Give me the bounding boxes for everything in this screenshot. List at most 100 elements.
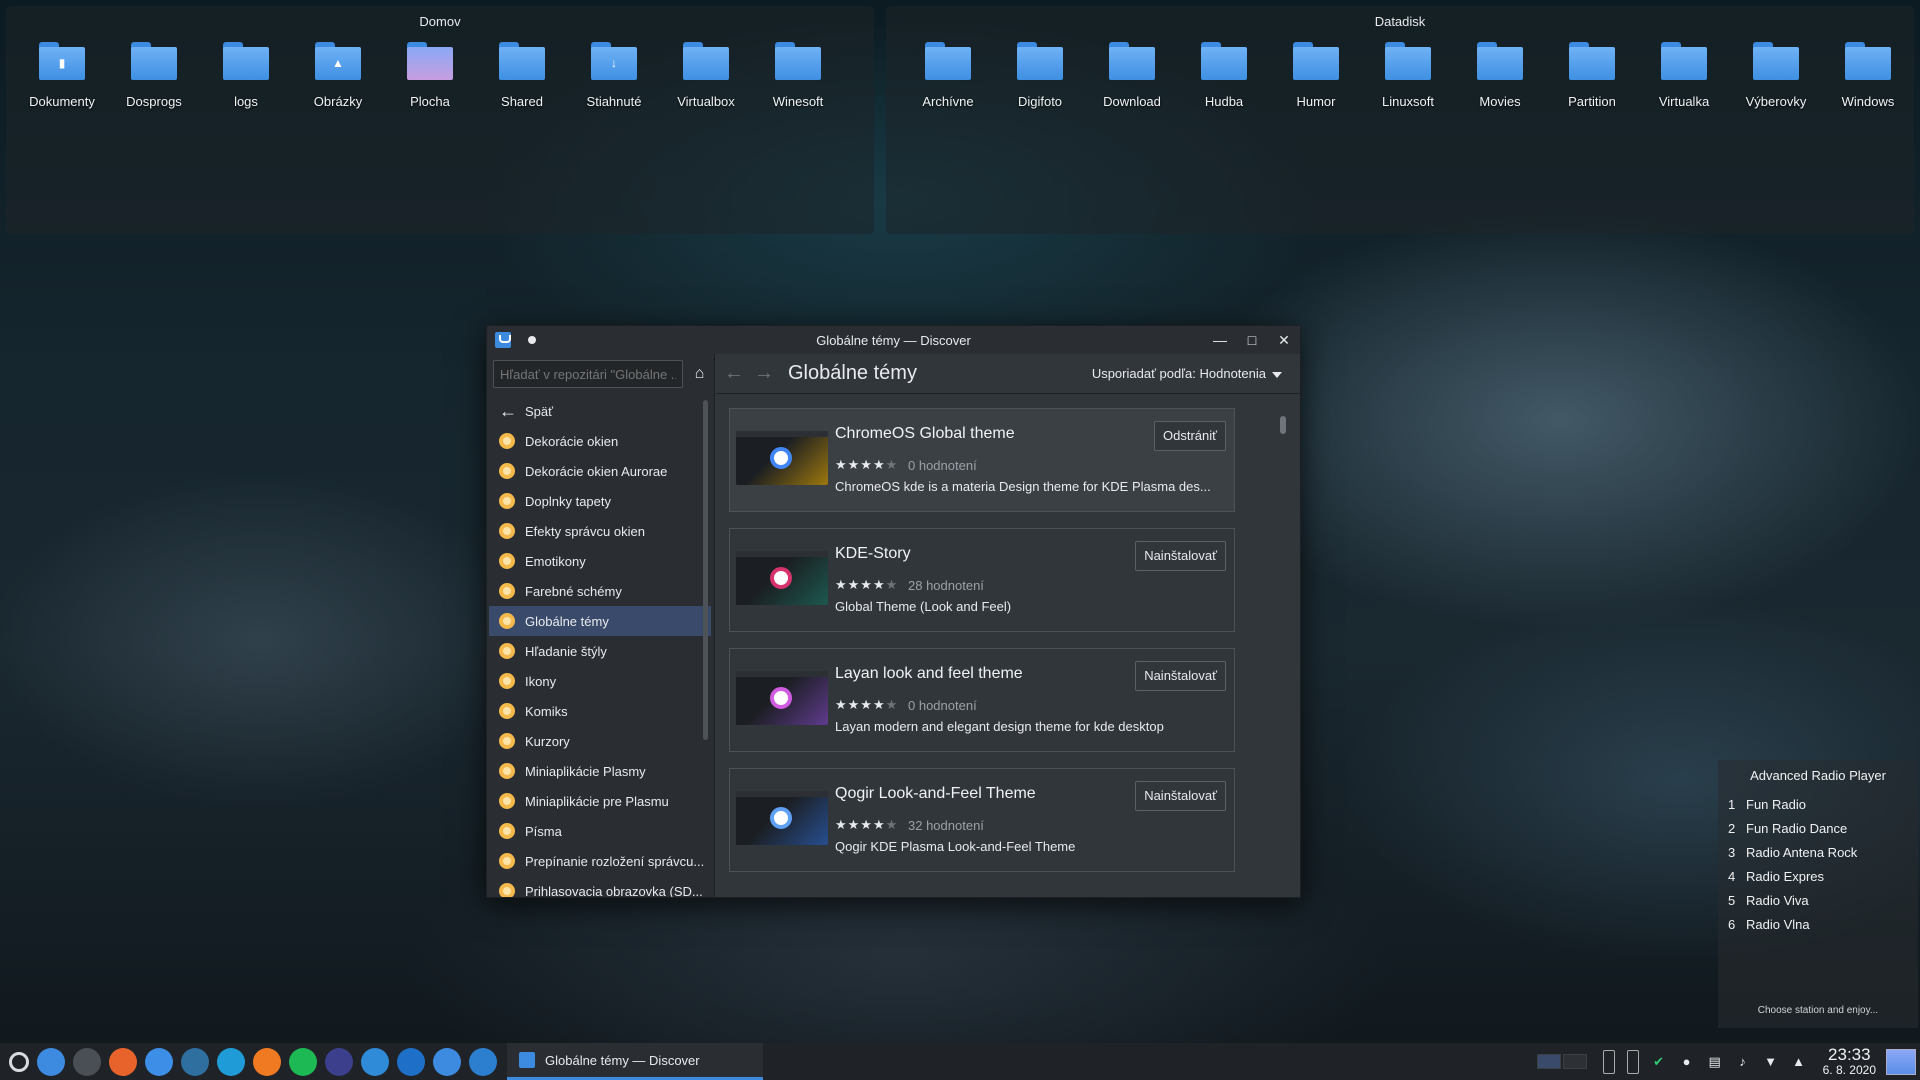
category-item[interactable]: Dekorácie okien Aurorae (489, 456, 711, 486)
sidebar-scrollbar[interactable] (703, 400, 708, 740)
category-item[interactable]: Komiks (489, 696, 711, 726)
home-icon[interactable]: ⌂ (691, 364, 708, 384)
software-icon[interactable] (253, 1047, 281, 1076)
category-item[interactable]: Globálne témy (489, 606, 711, 636)
maximize-icon[interactable]: □ (1242, 330, 1262, 350)
radio-station[interactable]: 4 Radio Expres (1718, 864, 1918, 888)
close-icon[interactable]: ✕ (1274, 330, 1294, 350)
phone-icon[interactable] (1626, 1049, 1639, 1074)
stars-empty: ★ (885, 697, 899, 712)
remove-button[interactable]: Odstrániť (1153, 421, 1226, 451)
desktop-folder[interactable]: Výberovky (1730, 34, 1822, 109)
desktop-folder[interactable]: logs (200, 34, 292, 109)
desktop-folder[interactable]: Virtualbox (660, 34, 752, 109)
category-item[interactable]: Dekorácie okien (489, 426, 711, 456)
back-arrow-icon[interactable]: ← (716, 362, 752, 385)
desktop-folder[interactable]: Windows (1822, 34, 1914, 109)
radio-station[interactable]: 2 Fun Radio Dance (1718, 816, 1918, 840)
station-number: 1 (1728, 796, 1736, 812)
desktop-folder[interactable]: Linuxsoft (1362, 34, 1454, 109)
desktop-folder[interactable]: ▲ Obrázky (292, 34, 384, 109)
main-scrollbar[interactable] (1280, 416, 1286, 434)
status-dot-icon[interactable]: ● (1679, 1054, 1695, 1070)
digital-clock[interactable]: 23:33 6. 8. 2020 (1823, 1046, 1876, 1076)
forward-arrow-icon[interactable]: → (752, 362, 776, 385)
monitor-icon[interactable] (325, 1047, 353, 1076)
files-icon[interactable] (37, 1047, 65, 1076)
volume-icon[interactable]: ♪ (1735, 1054, 1751, 1070)
minimize-icon[interactable]: — (1210, 330, 1230, 350)
install-button[interactable]: Nainštalovať (1135, 541, 1226, 571)
folder-glyph-icon: ▲ (332, 56, 344, 70)
theme-thumbnail (736, 671, 828, 725)
category-icon (499, 433, 515, 449)
desktop-folder[interactable]: ↓ Stiahnuté (568, 34, 660, 109)
desktop-folder[interactable]: Digifoto (994, 34, 1086, 109)
category-item[interactable]: Miniaplikácie pre Plasmu (489, 786, 711, 816)
back-button[interactable]: ← Späť (489, 396, 711, 426)
update-check-icon[interactable]: ✔ (1651, 1054, 1667, 1070)
radio-station[interactable]: 1 Fun Radio (1718, 792, 1918, 816)
desktop-folder[interactable]: Plocha (384, 34, 476, 109)
desktop-folder[interactable]: ▮ Dokumenty (16, 34, 108, 109)
category-item[interactable]: Prepínanie rozložení správcu... (489, 846, 711, 876)
cloud-icon[interactable] (469, 1047, 497, 1076)
desktop-folder[interactable]: Movies (1454, 34, 1546, 109)
firefox-icon[interactable] (109, 1047, 137, 1076)
chevron-up-icon[interactable]: ▲ (1791, 1054, 1807, 1070)
resource-card[interactable]: KDE-Story ★★★★★ 28 hodnotení Global Theme (… (729, 528, 1235, 632)
discover-icon[interactable] (433, 1047, 461, 1076)
chat-icon[interactable] (361, 1047, 389, 1076)
desktop-folder[interactable]: Archívne (902, 34, 994, 109)
category-item[interactable]: Emotikony (489, 546, 711, 576)
resource-card[interactable]: ChromeOS Global theme ★★★★★ 0 hodnotení Chr… (729, 408, 1235, 512)
category-item[interactable]: Kurzory (489, 726, 711, 756)
category-item[interactable]: Prihlasovacia obrazovka (SD... (489, 876, 711, 897)
category-item[interactable]: Hľadanie štýly (489, 636, 711, 666)
category-item[interactable]: Doplnky tapety (489, 486, 711, 516)
category-item[interactable]: Farebné schémy (489, 576, 711, 606)
resource-card[interactable]: Qogir Look-and-Feel Theme ★★★★★ 32 hodnote… (729, 768, 1235, 872)
radio-station[interactable]: 5 Radio Viva (1718, 888, 1918, 912)
application-launcher-icon[interactable] (9, 1051, 29, 1072)
network-icon[interactable]: ▼ (1763, 1054, 1779, 1070)
folder-label: Linuxsoft (1381, 94, 1435, 109)
desktop-2[interactable] (1562, 1054, 1587, 1069)
pin-icon[interactable] (528, 336, 536, 344)
desktop-folder[interactable]: Hudba (1178, 34, 1270, 109)
show-desktop-icon[interactable] (1886, 1048, 1916, 1075)
desktop-folder[interactable]: Partition (1546, 34, 1638, 109)
category-item[interactable]: Miniaplikácie Plasmy (489, 756, 711, 786)
virtualbox-icon[interactable] (397, 1047, 425, 1076)
lutris-icon[interactable] (181, 1047, 209, 1076)
desktop-folder[interactable]: Dosprogs (108, 34, 200, 109)
desktop-folder[interactable]: Winesoft (752, 34, 844, 109)
category-item[interactable]: Efekty správcu okien (489, 516, 711, 546)
desktop-folder[interactable]: Download (1086, 34, 1178, 109)
category-item[interactable]: Ikony (489, 666, 711, 696)
phone-icon[interactable] (1602, 1049, 1615, 1074)
kodi-icon[interactable] (217, 1047, 245, 1076)
icon-row: ▮ Dokumenty Dosprogs logs ▲ Obrázky Plocha Shar… (6, 34, 874, 109)
titlebar[interactable]: Globálne témy — Discover — □ ✕ (487, 326, 1300, 354)
terminal-icon[interactable] (73, 1047, 101, 1076)
desktop-folder[interactable]: Humor (1270, 34, 1362, 109)
desktop-folder[interactable]: Shared (476, 34, 568, 109)
radio-station[interactable]: 3 Radio Antena Rock (1718, 840, 1918, 864)
discover-app-icon[interactable] (495, 332, 511, 348)
chromium-icon[interactable] (145, 1047, 173, 1076)
resource-card[interactable]: Layan look and feel theme ★★★★★ 0 hodnoten… (729, 648, 1235, 752)
clipboard-icon[interactable]: ▤ (1707, 1054, 1723, 1070)
folder-label: Obrázky (313, 94, 363, 109)
spotify-icon[interactable] (289, 1047, 317, 1076)
desktop-1[interactable] (1536, 1054, 1561, 1069)
virtual-desktop-pager[interactable] (1536, 1054, 1587, 1069)
search-input[interactable] (493, 360, 683, 388)
category-item[interactable]: Písma (489, 816, 711, 846)
sort-dropdown[interactable]: Usporiadať podľa: Hodnotenia (1092, 366, 1282, 381)
radio-station[interactable]: 6 Radio Vlna (1718, 912, 1918, 936)
install-button[interactable]: Nainštalovať (1135, 781, 1226, 811)
install-button[interactable]: Nainštalovať (1135, 661, 1226, 691)
task-discover[interactable]: Globálne témy — Discover (507, 1043, 763, 1080)
desktop-folder[interactable]: Virtualka (1638, 34, 1730, 109)
